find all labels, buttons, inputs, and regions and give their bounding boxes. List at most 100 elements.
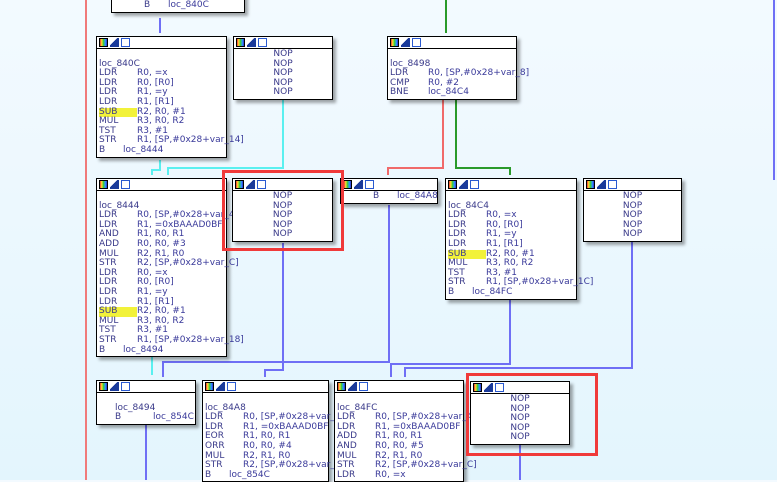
edit-pencil-icon[interactable]	[110, 382, 119, 391]
graph-view-icon[interactable]	[121, 38, 130, 47]
operands[interactable]: R1, [R1]	[137, 97, 174, 107]
operands[interactable]: R1, [R1]	[486, 239, 523, 249]
operands[interactable]: loc_84A8	[397, 191, 438, 201]
code-block-loc_84C4[interactable]: loc_84C4 LDR R0, =x LDR R0, [R0] LDR R1, =y LDR…	[445, 178, 593, 300]
mnemonic: B	[99, 344, 106, 355]
block-body: loc_84A8 LDR R0, [SP,#0x28+var_4] LDR R1, =0…	[203, 393, 345, 481]
edit-pencil-icon[interactable]	[354, 180, 363, 189]
operands[interactable]: R1, [R1]	[137, 297, 174, 307]
edit-pencil-icon[interactable]	[216, 382, 225, 391]
operands[interactable]: loc_84FC	[472, 287, 512, 297]
operands[interactable]: R2, R0, #1	[137, 306, 186, 316]
edit-pencil-icon[interactable]	[459, 180, 468, 189]
operands[interactable]: R1, R0, R1	[137, 229, 184, 240]
operands[interactable]: R0, [R0]	[137, 78, 174, 88]
operands[interactable]: R0, =x	[375, 470, 406, 480]
edit-pencil-icon[interactable]	[110, 180, 119, 189]
operands[interactable]: R2, [SP,#0x28+var_C]	[375, 460, 477, 470]
operands[interactable]: R2, R1, R0	[137, 249, 184, 259]
color-palette-icon[interactable]	[205, 382, 214, 391]
color-palette-icon[interactable]	[99, 180, 108, 189]
operands[interactable]: R3, R0, R2	[486, 258, 533, 268]
operands[interactable]: loc_854C	[153, 412, 194, 422]
graph-view-icon[interactable]	[258, 38, 267, 47]
code-block-loc_84FC[interactable]: loc_84FC LDR R0, [SP,#0x28+var_4] LDR R1, =0…	[334, 380, 477, 482]
operands[interactable]: R1, R0, R1	[243, 431, 290, 442]
code-block-nop1[interactable]: NOP NOP NOP NOP NOP	[233, 36, 333, 100]
operands[interactable]: R1, [SP,#0x28+var_1C]	[486, 277, 593, 288]
operands[interactable]: R0, =x	[137, 268, 168, 278]
graph-view-icon[interactable]	[359, 382, 368, 391]
code-block-loc_84A8[interactable]: loc_84A8 LDR R0, [SP,#0x28+var_4] LDR R1, =0…	[202, 380, 345, 482]
operands[interactable]: R2, R0, #1	[137, 107, 186, 117]
code-block-loc_8498[interactable]: loc_8498 LDR R0, [SP,#0x28+var_8] CMP R0, #2…	[387, 36, 529, 100]
graph-view-icon[interactable]	[608, 180, 617, 189]
operands[interactable]: loc_854C	[229, 470, 270, 480]
operands[interactable]: R1, =y	[137, 87, 168, 98]
code-block-loc_8494[interactable]: loc_8494 Bloc_854C	[96, 380, 196, 425]
color-palette-icon[interactable]	[236, 38, 245, 47]
graph-view-icon[interactable]	[121, 180, 130, 189]
operands[interactable]: R0, [R0]	[137, 277, 174, 288]
operands[interactable]: R0, [SP,#0x28+var_4]	[243, 412, 344, 422]
operands[interactable]: R0, =x	[137, 68, 168, 78]
color-palette-icon[interactable]	[337, 382, 346, 391]
operands[interactable]: R3, R0, R2	[137, 116, 184, 126]
operands[interactable]: R1, R0, R1	[375, 431, 422, 442]
graph-view-icon[interactable]	[365, 180, 374, 189]
graph-view-icon[interactable]	[227, 382, 236, 391]
graph-view-icon[interactable]	[121, 382, 130, 391]
block-header	[584, 179, 681, 191]
graph-view-icon[interactable]	[470, 180, 479, 189]
color-palette-icon[interactable]	[390, 38, 399, 47]
operands[interactable]: R0, [SP,#0x28+var_8]	[428, 68, 529, 78]
edge-false	[387, 100, 444, 175]
operands[interactable]: R0, [SP,#0x28+var_4]	[375, 412, 476, 422]
operands[interactable]: R2, R0, #1	[486, 249, 535, 259]
operands[interactable]: loc_8444	[123, 145, 163, 155]
graph-view-icon[interactable]	[412, 38, 421, 47]
operands[interactable]: loc_84C4	[428, 87, 469, 98]
code-block-nop3[interactable]: NOP NOP NOP NOP NOP	[583, 178, 682, 242]
color-palette-icon[interactable]	[343, 180, 352, 189]
operands[interactable]: R1, [SP,#0x28+var_18]	[137, 335, 244, 345]
operands[interactable]: R2, [SP,#0x28+var_C]	[243, 460, 345, 470]
operands[interactable]: R0, R0, #5	[375, 441, 424, 451]
edit-pencil-icon[interactable]	[597, 180, 606, 189]
color-palette-icon[interactable]	[448, 180, 457, 189]
edit-pencil-icon[interactable]	[401, 38, 410, 47]
operands[interactable]: R1, =0xBAAAD0BF	[243, 422, 328, 432]
instruction-line: LDR R0, =x	[337, 470, 461, 481]
operands[interactable]: R3, R0, R2	[137, 316, 184, 326]
color-palette-icon[interactable]	[99, 382, 108, 391]
code-block-loc_840C[interactable]: loc_840C LDR R0, =x LDR R0, [R0] LDR R1, =y LDR…	[96, 36, 244, 158]
operands[interactable]: R2, R1, R0	[243, 451, 290, 461]
operands[interactable]: R3, #1	[137, 325, 168, 336]
operands[interactable]: R0, [R0]	[486, 220, 523, 230]
operands[interactable]: R2, R1, R0	[375, 451, 422, 461]
operands[interactable]: R1, =0xBAAAD0BF	[375, 422, 460, 432]
operands[interactable]: R1, [SP,#0x28+var_14]	[137, 135, 244, 146]
operands[interactable]: loc_8494	[123, 345, 163, 355]
code-block-top[interactable]: Bloc_840C	[111, 0, 245, 13]
operands[interactable]: R3, #1	[486, 268, 517, 278]
operands[interactable]: R1, =y	[486, 229, 517, 240]
operands[interactable]: R0, =x	[486, 210, 517, 220]
color-palette-icon[interactable]	[586, 180, 595, 189]
label: loc_84C4	[448, 200, 489, 211]
block-header	[388, 37, 516, 49]
operands[interactable]: R2, [SP,#0x28+var_C]	[137, 258, 239, 268]
operands[interactable]: R0, #2	[428, 78, 459, 88]
edit-pencil-icon[interactable]	[348, 382, 357, 391]
operands[interactable]: R3, #1	[137, 126, 168, 136]
edit-pencil-icon[interactable]	[247, 38, 256, 47]
operands[interactable]: loc_840C	[168, 0, 209, 10]
code-block-loc_8444[interactable]: loc_8444 LDR R0, [SP,#0x28+var_4] LDR R1, =0…	[96, 178, 244, 358]
operands[interactable]: R1, =y	[137, 287, 168, 297]
operands[interactable]: R0, R0, #3	[137, 239, 186, 249]
edit-pencil-icon[interactable]	[110, 38, 119, 47]
color-palette-icon[interactable]	[99, 38, 108, 47]
code-block-b84A8[interactable]: Bloc_84A8	[340, 178, 438, 204]
operands[interactable]: R1, =0xBAAAD0BF	[137, 220, 222, 230]
operands[interactable]: R0, R0, #4	[243, 441, 292, 451]
